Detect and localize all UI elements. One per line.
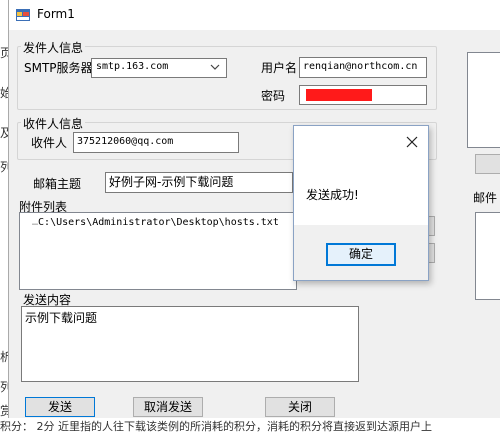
sender-group-title: 发件人信息: [21, 39, 86, 56]
close-button[interactable]: 关闭: [265, 397, 335, 417]
message-box: 发送成功! 确定: [293, 125, 429, 281]
title-bar[interactable]: Form1: [9, 0, 500, 30]
form-window: Form1 发件人信息 SMTP服务器 smtp.163.com 用户名 ren…: [8, 0, 500, 418]
cancel-send-button[interactable]: 取消发送: [133, 397, 203, 417]
right-panel-label: 邮件: [473, 191, 498, 205]
subject-label: 邮箱主题: [33, 177, 82, 191]
content-textarea[interactable]: 示例下载问题: [21, 306, 359, 382]
right-panel-textbox[interactable]: [475, 212, 500, 300]
ok-button[interactable]: 确定: [326, 243, 396, 266]
recipient-input[interactable]: 375212060@qq.com: [73, 132, 239, 153]
username-label: 用户名: [261, 61, 298, 75]
subject-input[interactable]: 好例子网-示例下载问题: [105, 172, 293, 193]
password-label: 密码: [261, 89, 286, 103]
password-input[interactable]: [299, 85, 427, 105]
smtp-server-value: smtp.163.com: [96, 61, 169, 72]
recipient-label: 收件人: [31, 136, 68, 150]
send-button[interactable]: 发送: [25, 397, 95, 417]
smtp-label: SMTP服务器: [24, 61, 93, 75]
attachment-item[interactable]: …C:\Users\Administrator\Desktop\hosts.tx…: [32, 217, 279, 228]
password-mask: [306, 89, 372, 101]
right-listbox[interactable]: [467, 52, 500, 148]
right-panel-button[interactable]: [475, 154, 500, 174]
window-title: Form1: [37, 7, 75, 21]
close-icon[interactable]: [406, 136, 418, 148]
message-text: 发送成功!: [306, 188, 359, 202]
chevron-down-icon: [210, 64, 220, 70]
app-icon: [16, 9, 30, 21]
recipient-group-title: 收件人信息: [21, 115, 86, 132]
username-input[interactable]: renqian@northcom.cn: [299, 57, 427, 78]
background-footer-text: 积分： 2分 近里指的人往下载该类例的所消耗的积分，消耗的积分将直接返到达源用户…: [0, 418, 500, 432]
attachments-treeview[interactable]: …C:\Users\Administrator\Desktop\hosts.tx…: [19, 212, 297, 290]
background-page-strip: 页 始 及 列 析 列 赏: [0, 30, 12, 432]
smtp-server-combobox[interactable]: smtp.163.com: [91, 58, 227, 78]
